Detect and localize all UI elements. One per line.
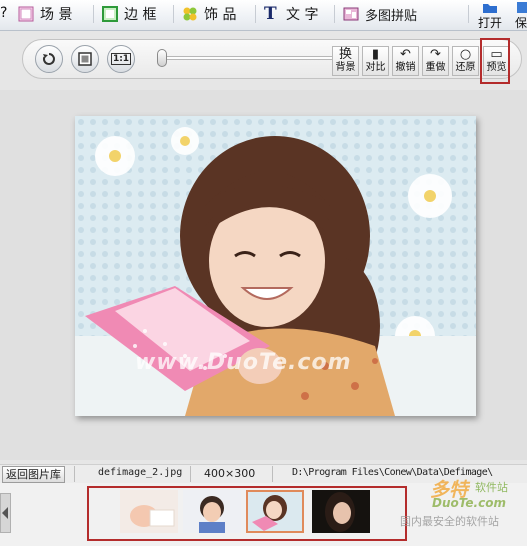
rotate-button[interactable] — [35, 45, 63, 73]
scene-icon — [18, 6, 34, 22]
fit-screen-icon — [78, 52, 92, 66]
tab-collage[interactable]: 多图拼贴 — [343, 3, 417, 25]
actual-size-button[interactable]: 1:1 — [107, 45, 135, 73]
zoom-slider-track[interactable] — [157, 56, 333, 60]
duote-site-logo: 多特 软件站 DuoTe.com 国内最安全的软件站 — [400, 479, 527, 546]
restore-label: 还原 — [455, 62, 476, 73]
tab-ornament-label: 饰 品 — [204, 7, 237, 23]
redo-button[interactable]: ↷ 重做 — [422, 46, 449, 76]
top-tab-bar: ? 场 景 边 框 饰 品 T 文 字 多图拼贴 打开 保 — [0, 0, 527, 31]
tab-text-label: 文 字 — [286, 7, 319, 23]
preview-highlight-box — [480, 38, 510, 84]
redo-label: 重做 — [425, 62, 446, 73]
undo-icon: ↶ — [400, 47, 411, 62]
divider — [173, 5, 174, 23]
thumbnail-highlight-box — [87, 486, 407, 541]
frame-icon — [102, 6, 118, 22]
tab-scene[interactable]: 场 景 — [18, 3, 72, 25]
compare-label: 对比 — [365, 62, 386, 73]
redo-icon: ↷ — [430, 47, 441, 62]
filename-text: defimage_2.jpg — [98, 467, 183, 478]
compare-button[interactable]: ▮ 对比 — [362, 46, 389, 76]
duote-slogan: 国内最安全的软件站 — [400, 515, 499, 528]
open-folder-icon — [483, 4, 497, 13]
tab-frame[interactable]: 边 框 — [102, 3, 156, 25]
image-dimensions-text: 400×300 — [204, 467, 256, 480]
collage-icon — [343, 6, 359, 22]
collapse-panel-button[interactable] — [0, 493, 11, 533]
open-button[interactable]: 打开 — [474, 0, 506, 31]
watermark-text: www.DuoTe.com — [135, 350, 352, 375]
actual-size-label: 1:1 — [110, 53, 132, 65]
undo-button[interactable]: ↶ 撤销 — [392, 46, 419, 76]
undo-label: 撤销 — [395, 62, 416, 73]
divider — [74, 466, 75, 482]
background-icon: 换 — [338, 47, 352, 62]
divider — [468, 5, 469, 23]
zoom-slider-thumb[interactable] — [157, 49, 167, 67]
zoom-slider[interactable] — [157, 49, 333, 67]
duote-domain: DuoTe.com — [432, 496, 506, 510]
tab-text[interactable]: T 文 字 — [264, 3, 318, 25]
background-label: 背景 — [335, 62, 356, 73]
restore-button[interactable]: ○ 还原 — [452, 46, 479, 76]
save-label: 保 — [514, 16, 527, 30]
fit-screen-button[interactable] — [71, 45, 99, 73]
divider — [334, 5, 335, 23]
back-to-gallery-button[interactable]: 返回图片库 — [2, 466, 65, 483]
duote-brand-sub: 软件站 — [475, 481, 508, 494]
image-canvas: www.DuoTe.com — [0, 90, 527, 460]
restore-icon: ○ — [459, 47, 472, 62]
save-icon — [517, 2, 527, 13]
tab-frame-label: 边 框 — [124, 7, 157, 23]
save-button[interactable]: 保 — [514, 0, 527, 31]
divider — [93, 5, 94, 23]
open-label: 打开 — [477, 16, 502, 30]
divider — [272, 466, 273, 482]
thumbnail-strip: 多特 软件站 DuoTe.com 国内最安全的软件站 — [0, 479, 527, 546]
clover-icon — [182, 6, 198, 22]
divider — [255, 5, 256, 23]
compare-icon: ▮ — [371, 47, 380, 62]
text-T-icon: T — [264, 4, 277, 24]
tab-scene-label: 场 景 — [40, 7, 73, 23]
edit-toolbar: 1:1 换 背景 ▮ 对比 ↶ 撤销 ↷ 重做 ○ 还原 ▭ 预览 — [22, 39, 522, 79]
change-background-button[interactable]: 换 背景 — [332, 46, 359, 76]
left-edge-char: ? — [0, 5, 8, 21]
tab-ornament[interactable]: 饰 品 — [182, 3, 236, 25]
divider — [190, 466, 191, 482]
rotate-icon — [42, 53, 55, 65]
tab-collage-label: 多图拼贴 — [365, 8, 418, 24]
